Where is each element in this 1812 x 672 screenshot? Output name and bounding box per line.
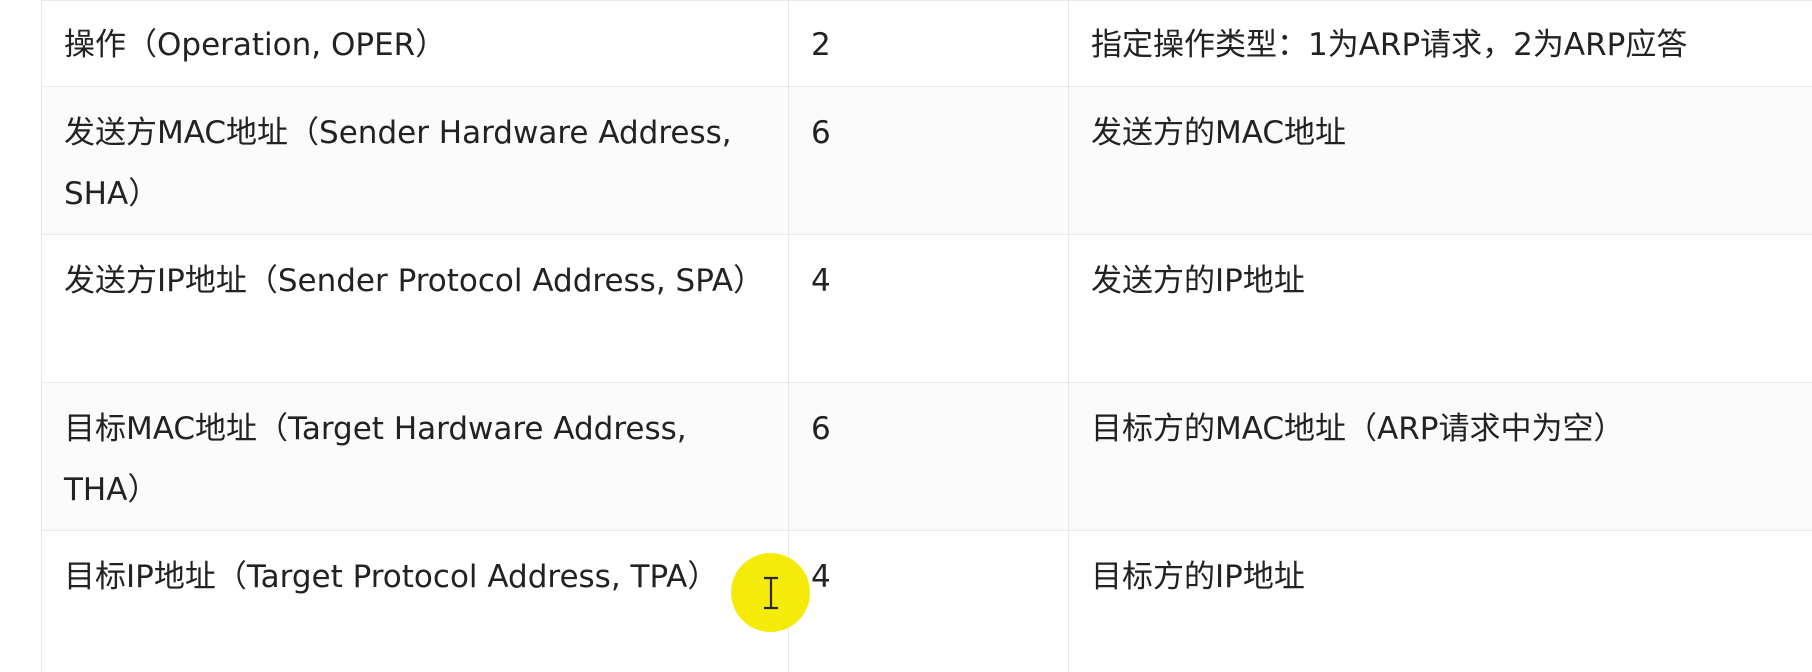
field-name-cell: 发送方MAC地址（Sender Hardware Address, SHA）: [41, 86, 789, 235]
arp-fields-table: 操作（Operation, OPER） 2 指定操作类型：1为ARP请求，2为A…: [41, 0, 1812, 672]
field-size-cell: 4: [788, 530, 1069, 672]
field-description-cell: 指定操作类型：1为ARP请求，2为ARP应答: [1068, 0, 1812, 87]
field-size-cell: 6: [788, 382, 1069, 531]
field-description-cell: 发送方的MAC地址: [1068, 86, 1812, 235]
mouse-cursor-highlight: [731, 553, 810, 632]
field-size-cell: 2: [788, 0, 1069, 87]
field-name-cell: 目标IP地址（Target Protocol Address, TPA）: [41, 530, 789, 672]
field-size-cell: 4: [788, 234, 1069, 383]
arp-packet-fields-page: 操作（Operation, OPER） 2 指定操作类型：1为ARP请求，2为A…: [0, 0, 1812, 672]
field-description-cell: 发送方的IP地址: [1068, 234, 1812, 383]
field-size-cell: 6: [788, 86, 1069, 235]
table-row-target-protocol-address: 目标IP地址（Target Protocol Address, TPA） 4 目…: [41, 530, 1812, 672]
table-row-target-hardware-address: 目标MAC地址（Target Hardware Address, THA） 6 …: [41, 382, 1812, 531]
field-description-cell: 目标方的MAC地址（ARP请求中为空）: [1068, 382, 1812, 531]
field-description-cell: 目标方的IP地址: [1068, 530, 1812, 672]
table-row-operation: 操作（Operation, OPER） 2 指定操作类型：1为ARP请求，2为A…: [41, 0, 1812, 87]
field-name-cell: 发送方IP地址（Sender Protocol Address, SPA）: [41, 234, 789, 383]
field-name-cell: 目标MAC地址（Target Hardware Address, THA）: [41, 382, 789, 531]
field-name-cell: 操作（Operation, OPER）: [41, 0, 789, 87]
table-row-sender-hardware-address: 发送方MAC地址（Sender Hardware Address, SHA） 6…: [41, 86, 1812, 235]
text-cursor-icon: [763, 576, 778, 609]
table-row-sender-protocol-address: 发送方IP地址（Sender Protocol Address, SPA） 4 …: [41, 234, 1812, 383]
